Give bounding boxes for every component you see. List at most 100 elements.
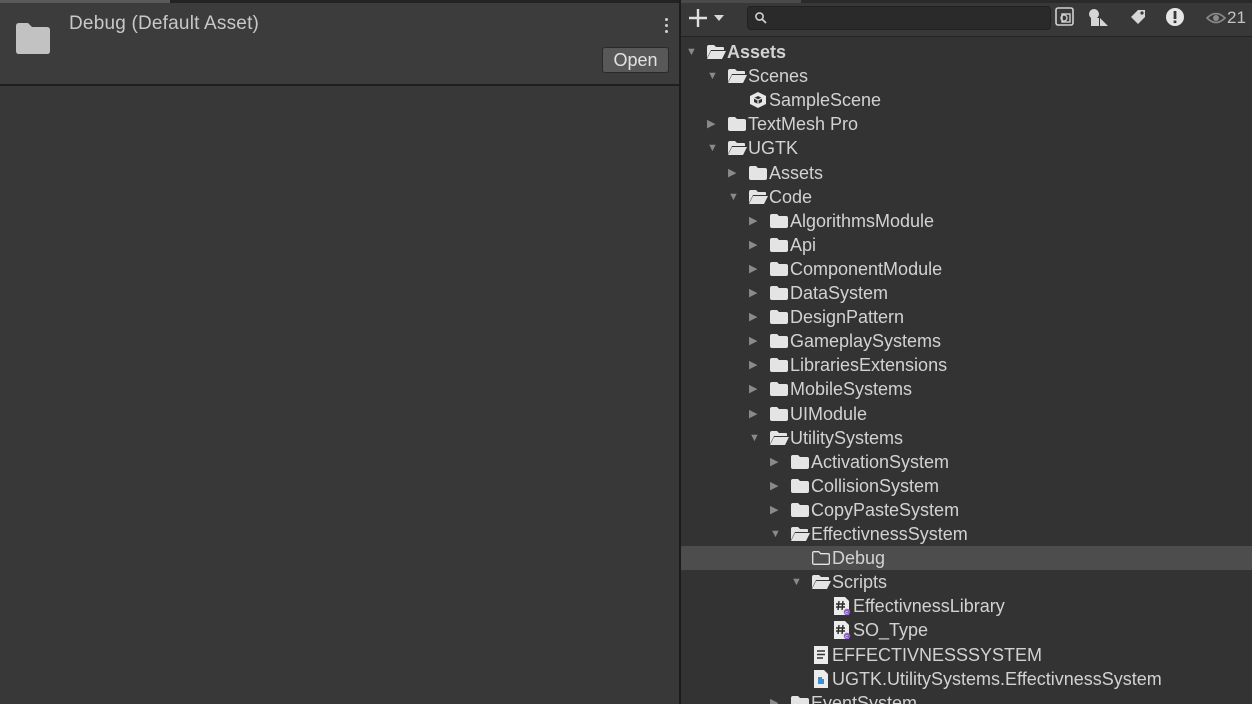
expand-arrow-right-icon[interactable]: ▶ bbox=[770, 480, 782, 492]
tree-item-label: DataSystem bbox=[790, 283, 889, 303]
tree-item[interactable]: ▼ EffectivnessSystem bbox=[681, 522, 1252, 546]
tree-item[interactable]: ▶ CollisionSystem bbox=[681, 474, 1252, 498]
expand-arrow-right-icon[interactable]: ▶ bbox=[770, 456, 782, 468]
project-panel: 21 ▼ Assets ▼ Scenes SampleScene ▶ TextMesh Pr… bbox=[681, 0, 1252, 704]
tree-item[interactable]: ▼ Code bbox=[681, 185, 1252, 209]
search-by-type-button[interactable] bbox=[1051, 5, 1081, 30]
tree-item[interactable]: UGTK.UtilitySystems.EffectivnessSystem bbox=[681, 667, 1252, 691]
expand-arrow-down-icon[interactable]: ▼ bbox=[749, 432, 761, 444]
asset-title: Debug (Default Asset) bbox=[69, 13, 260, 34]
filter-by-label-button[interactable] bbox=[1123, 5, 1153, 30]
tree-item-label: SampleScene bbox=[769, 90, 882, 110]
expand-arrow-right-icon[interactable]: ▶ bbox=[728, 167, 740, 179]
tree-item[interactable]: Debug bbox=[681, 546, 1252, 570]
tree-item-label: Code bbox=[769, 187, 813, 207]
expand-arrow-right-icon[interactable]: ▶ bbox=[770, 697, 782, 704]
search-icon bbox=[755, 12, 767, 24]
tree-item-label: TextMesh Pro bbox=[748, 114, 859, 134]
search-input[interactable] bbox=[747, 6, 1051, 30]
expand-arrow-right-icon[interactable]: ▶ bbox=[749, 263, 761, 275]
tree-item[interactable]: ▶ Assets bbox=[681, 161, 1252, 185]
hidden-packages-toggle[interactable]: 21 bbox=[1205, 6, 1252, 30]
label-tag-icon bbox=[1131, 10, 1145, 24]
expand-arrow-right-icon[interactable]: ▶ bbox=[749, 311, 761, 323]
tree-item[interactable]: c SO_Type bbox=[681, 618, 1252, 642]
folder-open-icon bbox=[727, 140, 747, 156]
expand-arrow-down-icon[interactable]: ▼ bbox=[770, 528, 782, 540]
expand-arrow-down-icon[interactable]: ▼ bbox=[707, 70, 719, 82]
filter-by-type-button[interactable] bbox=[1085, 5, 1115, 30]
tree-item[interactable]: ▶ CopyPasteSystem bbox=[681, 498, 1252, 522]
expand-arrow-right-icon[interactable]: ▶ bbox=[770, 504, 782, 516]
expand-arrow-right-icon[interactable]: ▶ bbox=[749, 408, 761, 420]
tree-item[interactable]: ▶ MobileSystems bbox=[681, 377, 1252, 401]
tree-item[interactable]: ▶ TextMesh Pro bbox=[681, 112, 1252, 136]
tree-item[interactable]: ▶ DesignPattern bbox=[681, 305, 1252, 329]
folder-open-icon bbox=[727, 68, 747, 84]
folder-open-icon bbox=[748, 189, 768, 205]
warning-icon bbox=[1166, 8, 1184, 26]
tree-item-label: CollisionSystem bbox=[811, 476, 940, 496]
expand-arrow-down-icon[interactable]: ▼ bbox=[728, 191, 740, 203]
tree-item[interactable]: ▼ Assets bbox=[681, 40, 1252, 64]
inspector-panel: Debug (Default Asset) Open bbox=[0, 0, 679, 704]
tree-item-label: Assets bbox=[769, 163, 824, 183]
svg-text:c: c bbox=[845, 634, 848, 640]
folder-empty-icon bbox=[811, 550, 831, 566]
tree-item[interactable]: ▶ ComponentModule bbox=[681, 257, 1252, 281]
tree-item[interactable]: ▶ UIModule bbox=[681, 402, 1252, 426]
expand-arrow-right-icon[interactable]: ▶ bbox=[749, 383, 761, 395]
folder-icon bbox=[769, 285, 789, 301]
folder-icon bbox=[790, 502, 810, 518]
tree-item-label: UGTK.UtilitySystems.EffectivnessSystem bbox=[832, 669, 1162, 689]
expand-arrow-right-icon[interactable]: ▶ bbox=[749, 287, 761, 299]
tree-item[interactable]: ▼ UtilitySystems bbox=[681, 426, 1252, 450]
folder-icon bbox=[769, 406, 789, 422]
inspector-header: Debug (Default Asset) Open bbox=[0, 3, 679, 86]
tree-item[interactable]: ▶ DataSystem bbox=[681, 281, 1252, 305]
shapes-icon bbox=[1089, 9, 1108, 26]
tree-item-label: ComponentModule bbox=[790, 259, 943, 279]
folder-icon bbox=[769, 213, 789, 229]
project-tab[interactable] bbox=[681, 0, 801, 3]
filter-warnings-button[interactable] bbox=[1160, 5, 1190, 30]
tree-item-label: GameplaySystems bbox=[790, 331, 942, 351]
tree-item[interactable]: SampleScene bbox=[681, 88, 1252, 112]
folder-open-icon bbox=[706, 44, 726, 60]
tree-item[interactable]: ▼ Scenes bbox=[681, 64, 1252, 88]
tree-item[interactable]: c EffectivnessLibrary bbox=[681, 594, 1252, 618]
expand-arrow-right-icon[interactable]: ▶ bbox=[707, 118, 719, 130]
expand-arrow-right-icon[interactable]: ▶ bbox=[749, 359, 761, 371]
folder-icon bbox=[748, 165, 768, 181]
expand-arrow-right-icon[interactable]: ▶ bbox=[749, 239, 761, 251]
csharp-script-icon: c bbox=[832, 620, 852, 640]
tree-item-label: AlgorithmsModule bbox=[790, 211, 935, 231]
tree-item[interactable]: ▶ EventSystem bbox=[681, 691, 1252, 704]
expand-arrow-down-icon[interactable]: ▼ bbox=[686, 46, 698, 58]
tree-item[interactable]: ▶ LibrariesExtensions bbox=[681, 353, 1252, 377]
tree-item[interactable]: ▶ Api bbox=[681, 233, 1252, 257]
tree-item[interactable]: ▶ ActivationSystem bbox=[681, 450, 1252, 474]
open-button[interactable]: Open bbox=[602, 47, 669, 73]
expand-arrow-right-icon[interactable]: ▶ bbox=[749, 215, 761, 227]
tree-item[interactable]: EFFECTIVNESSSYSTEM bbox=[681, 643, 1252, 667]
svg-text:c: c bbox=[845, 610, 848, 616]
tree-item[interactable]: ▼ Scripts bbox=[681, 570, 1252, 594]
expand-arrow-right-icon[interactable]: ▶ bbox=[749, 335, 761, 347]
tree-item[interactable]: ▼ UGTK bbox=[681, 136, 1252, 160]
tree-item-label: EffectivnessLibrary bbox=[853, 596, 1005, 616]
expand-arrow-down-icon[interactable]: ▼ bbox=[791, 576, 803, 588]
create-add-icon[interactable] bbox=[687, 6, 727, 30]
tree-item[interactable]: ▶ GameplaySystems bbox=[681, 329, 1252, 353]
folder-icon bbox=[16, 23, 50, 54]
folder-icon bbox=[790, 454, 810, 470]
folder-icon bbox=[790, 695, 810, 704]
tree-item-label: UIModule bbox=[790, 404, 868, 424]
assembly-definition-icon bbox=[811, 669, 831, 688]
expand-arrow-down-icon[interactable]: ▼ bbox=[707, 142, 719, 154]
folder-icon bbox=[769, 381, 789, 397]
tree-item[interactable]: ▶ AlgorithmsModule bbox=[681, 209, 1252, 233]
more-options-icon[interactable] bbox=[660, 15, 672, 37]
tree-item-label: SO_Type bbox=[853, 620, 929, 640]
tree-item-label: EFFECTIVNESSSYSTEM bbox=[832, 645, 1043, 665]
